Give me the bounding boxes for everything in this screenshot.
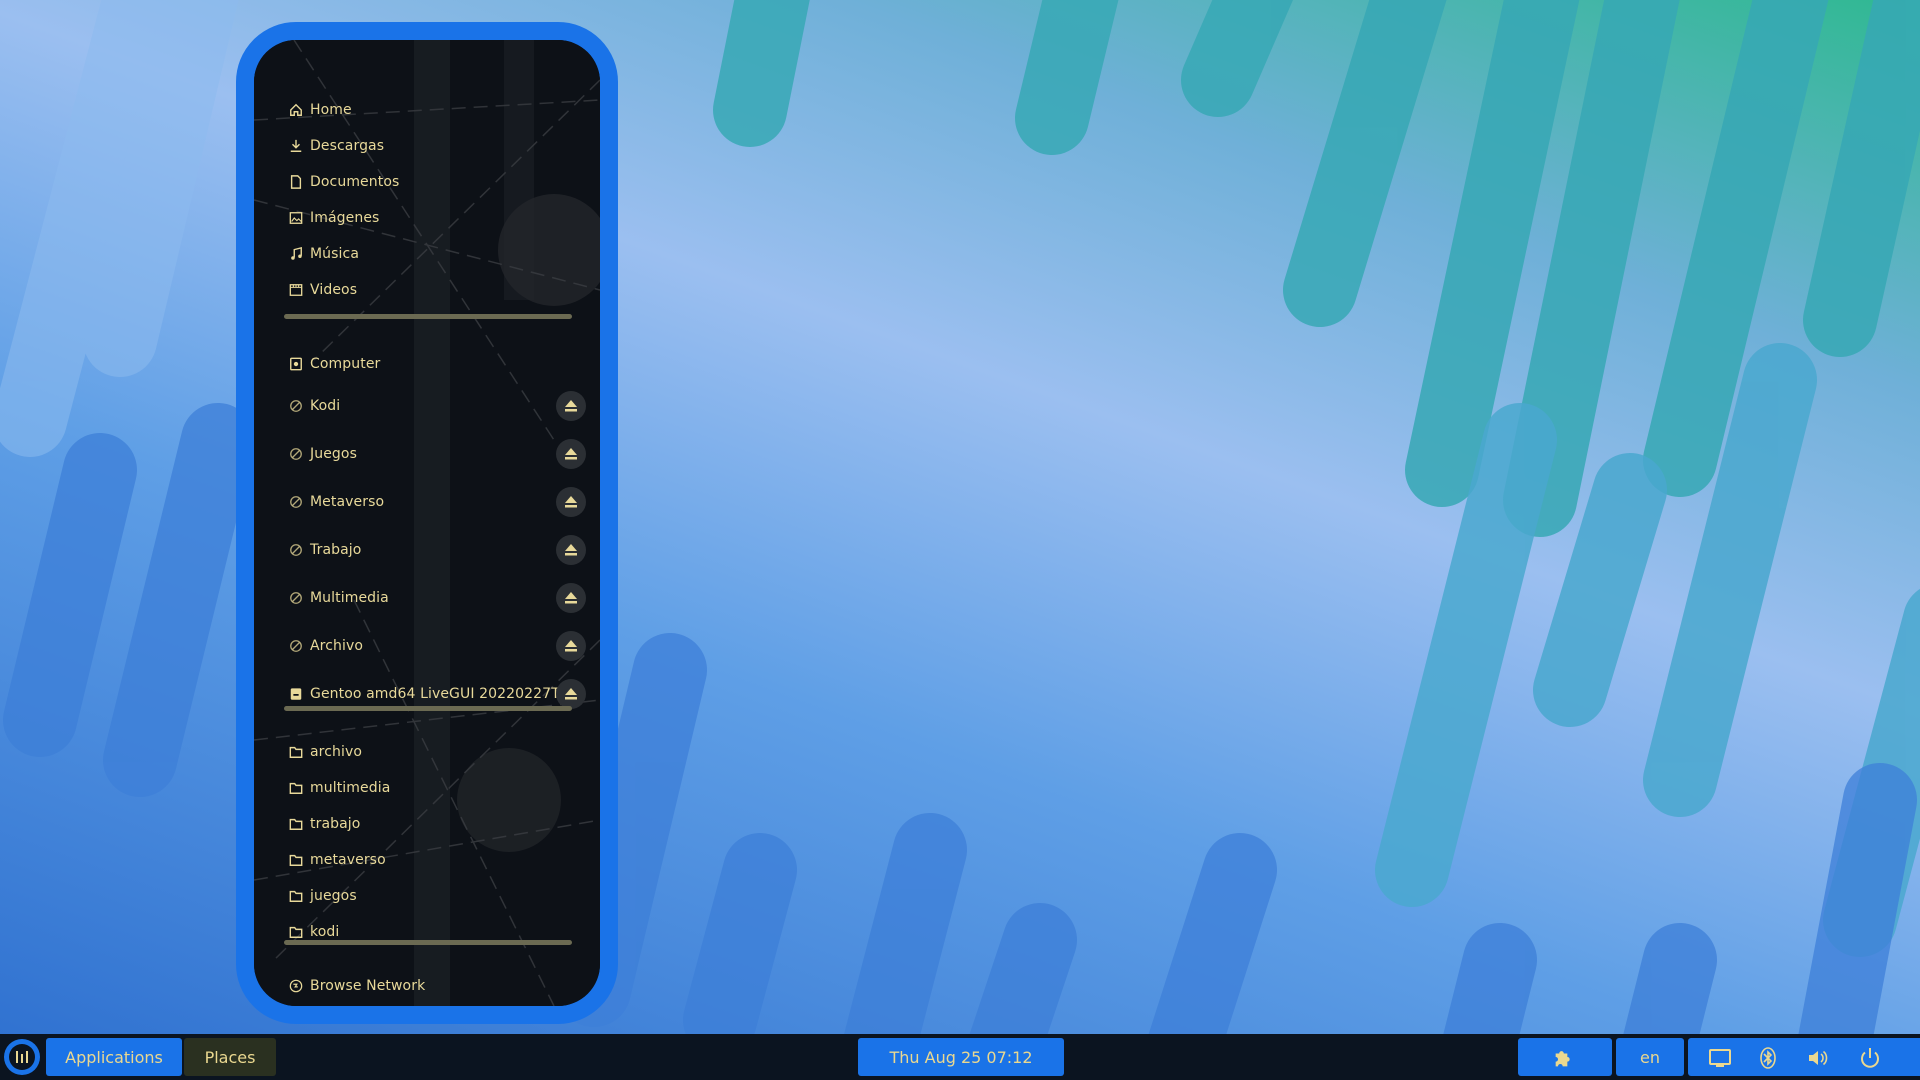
places-item-label: Gentoo amd64 LiveGUI 20220227T17 bbox=[310, 686, 578, 702]
volume-icon[interactable] bbox=[1806, 1046, 1830, 1070]
eject-icon bbox=[565, 688, 577, 700]
eject-button[interactable] bbox=[556, 679, 586, 709]
drive-icon bbox=[288, 356, 304, 372]
places-item-label: Trabajo bbox=[310, 542, 362, 558]
taskbar: Applications Places Thu Aug 25 07:12 en bbox=[0, 1034, 1920, 1080]
eject-icon bbox=[565, 448, 577, 460]
video-icon bbox=[288, 282, 304, 298]
eject-button[interactable] bbox=[556, 439, 586, 469]
places-item-archivo[interactable]: Archivo bbox=[288, 630, 588, 662]
places-item-label: Documentos bbox=[310, 174, 400, 190]
places-item-label: juegos bbox=[310, 888, 357, 904]
eject-button[interactable] bbox=[556, 631, 586, 661]
extensions-button[interactable] bbox=[1518, 1038, 1612, 1076]
places-item-label: Computer bbox=[310, 356, 381, 372]
places-item-juegos[interactable]: juegos bbox=[288, 880, 588, 912]
menu-separator bbox=[284, 314, 572, 319]
places-button[interactable]: Places bbox=[184, 1038, 276, 1076]
places-item-multimedia[interactable]: multimedia bbox=[288, 772, 588, 804]
eject-icon bbox=[565, 592, 577, 604]
music-icon bbox=[288, 246, 304, 262]
network-icon bbox=[288, 978, 304, 994]
unmounted-icon bbox=[288, 494, 304, 510]
places-item-im-genes[interactable]: Imágenes bbox=[288, 202, 588, 234]
folder-icon bbox=[288, 852, 304, 868]
folder-icon bbox=[288, 924, 304, 940]
places-item-multimedia[interactable]: Multimedia bbox=[288, 582, 588, 614]
eject-button[interactable] bbox=[556, 583, 586, 613]
places-item-browse-network[interactable]: Browse Network bbox=[288, 970, 588, 1002]
folder-icon bbox=[288, 816, 304, 832]
unmounted-icon bbox=[288, 590, 304, 606]
places-menu: Home Descargas Documentos Imágenes Música Vid… bbox=[236, 22, 618, 1024]
download-icon bbox=[288, 138, 304, 154]
document-icon bbox=[288, 174, 304, 190]
clock[interactable]: Thu Aug 25 07:12 bbox=[858, 1038, 1064, 1076]
eject-icon bbox=[565, 544, 577, 556]
eject-button[interactable] bbox=[556, 391, 586, 421]
places-item-label: Kodi bbox=[310, 398, 341, 414]
bluetooth-icon[interactable] bbox=[1756, 1046, 1780, 1070]
eject-button[interactable] bbox=[556, 487, 586, 517]
folder-icon bbox=[288, 888, 304, 904]
image-icon bbox=[288, 210, 304, 226]
menu-separator bbox=[284, 940, 572, 945]
display-icon[interactable] bbox=[1708, 1046, 1732, 1070]
places-item-home[interactable]: Home bbox=[288, 94, 588, 126]
eject-button[interactable] bbox=[556, 535, 586, 565]
activities-button[interactable] bbox=[4, 1039, 40, 1075]
places-item-label: Metaverso bbox=[310, 494, 385, 510]
places-item-label: Juegos bbox=[310, 446, 357, 462]
places-list: Home Descargas Documentos Imágenes Música Vid… bbox=[254, 40, 600, 1006]
places-item-label: Música bbox=[310, 246, 360, 262]
folder-icon bbox=[288, 780, 304, 796]
places-item-metaverso[interactable]: metaverso bbox=[288, 844, 588, 876]
places-item-metaverso[interactable]: Metaverso bbox=[288, 486, 588, 518]
places-item-kodi[interactable]: Kodi bbox=[288, 390, 588, 422]
eject-icon bbox=[565, 400, 577, 412]
places-item-label: Imágenes bbox=[310, 210, 380, 226]
places-item-trabajo[interactable]: Trabajo bbox=[288, 534, 588, 566]
unmounted-icon bbox=[288, 638, 304, 654]
places-item-descargas[interactable]: Descargas bbox=[288, 130, 588, 162]
eject-icon bbox=[565, 496, 577, 508]
places-item-label: Descargas bbox=[310, 138, 385, 154]
places-item-label: Home bbox=[310, 102, 352, 118]
places-item-label: kodi bbox=[310, 924, 340, 940]
unmounted-icon bbox=[288, 542, 304, 558]
language-button[interactable]: en bbox=[1616, 1038, 1684, 1076]
places-item-videos[interactable]: Videos bbox=[288, 274, 588, 306]
activities-icon bbox=[9, 1044, 35, 1070]
system-tray[interactable] bbox=[1688, 1038, 1920, 1076]
places-item-label: Browse Network bbox=[310, 978, 426, 994]
places-item-label: Videos bbox=[310, 282, 358, 298]
menu-separator bbox=[284, 706, 572, 711]
places-item-label: Multimedia bbox=[310, 590, 389, 606]
places-item-label: multimedia bbox=[310, 780, 391, 796]
places-item-label: Archivo bbox=[310, 638, 364, 654]
extensions-icon bbox=[1555, 1051, 1570, 1067]
eject-icon bbox=[565, 640, 577, 652]
places-item-juegos[interactable]: Juegos bbox=[288, 438, 588, 470]
places-item-label: trabajo bbox=[310, 816, 361, 832]
unmounted-icon bbox=[288, 446, 304, 462]
folder-icon bbox=[288, 744, 304, 760]
places-item-documentos[interactable]: Documentos bbox=[288, 166, 588, 198]
places-item-trabajo[interactable]: trabajo bbox=[288, 808, 588, 840]
places-item-computer[interactable]: Computer bbox=[288, 348, 588, 380]
home-icon bbox=[288, 102, 304, 118]
places-item-label: archivo bbox=[310, 744, 363, 760]
places-item-label: metaverso bbox=[310, 852, 386, 868]
unmounted-icon bbox=[288, 398, 304, 414]
disc-icon bbox=[288, 686, 304, 702]
power-icon[interactable] bbox=[1858, 1046, 1882, 1070]
places-item-m-sica[interactable]: Música bbox=[288, 238, 588, 270]
applications-button[interactable]: Applications bbox=[46, 1038, 182, 1076]
places-item-archivo[interactable]: archivo bbox=[288, 736, 588, 768]
